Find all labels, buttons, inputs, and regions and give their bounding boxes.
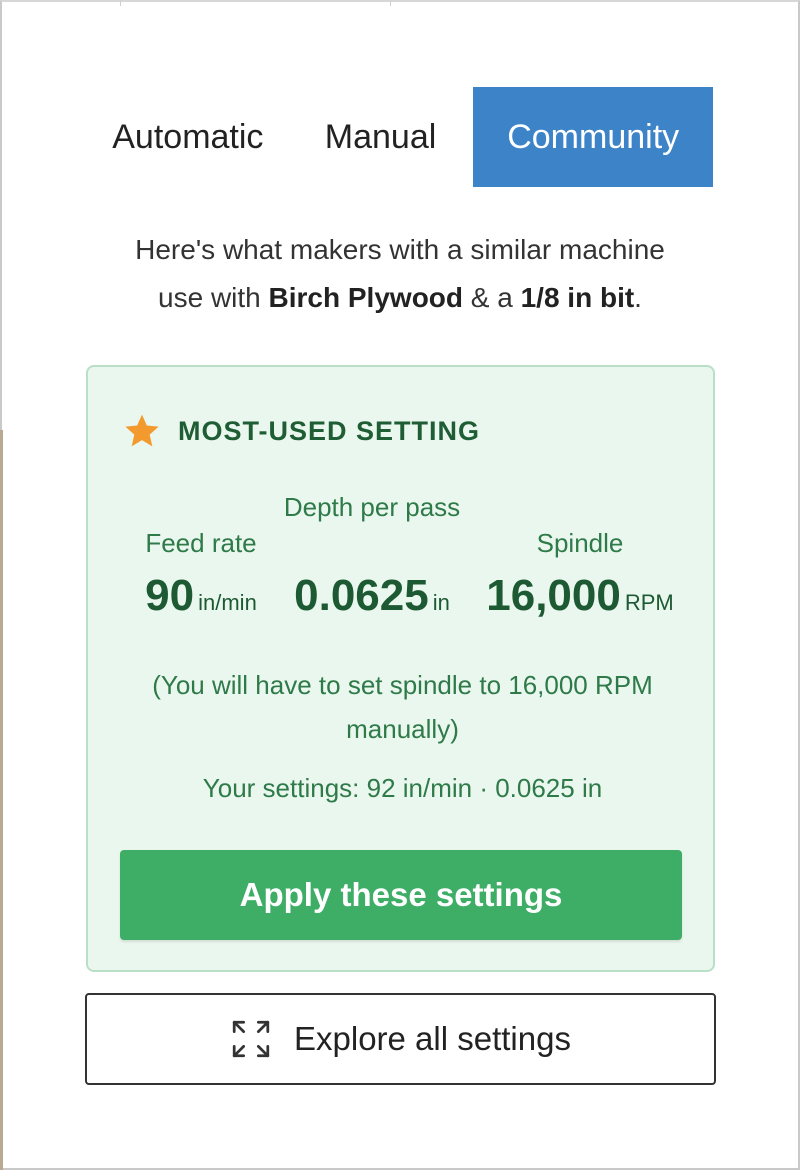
metric-value: 16,000 RPM (470, 571, 690, 621)
intro-suffix: . (634, 282, 642, 313)
metric-number: 16,000 (486, 571, 621, 620)
metric-value: 90 in/min (116, 571, 286, 621)
metric-label: Depth per pass (283, 492, 461, 522)
card-header: MOST-USED SETTING (122, 411, 480, 451)
intro-line-2: use with Birch Plywood & a 1/8 in bit. (60, 274, 740, 322)
material-name: Birch Plywood (268, 282, 463, 313)
metric-label: Feed rate (145, 528, 257, 558)
metric-unit: in/min (198, 590, 257, 615)
metric-value: 0.0625 in (272, 571, 472, 621)
your-settings-text: Your settings: 92 in/min · 0.0625 in (202, 773, 603, 803)
metric-label: Spindle (536, 528, 624, 558)
background-edge (390, 0, 391, 6)
mode-tabs: Automatic Manual Community (88, 87, 713, 187)
apply-settings-button[interactable]: Apply these settings (120, 850, 682, 940)
most-used-setting-card: MOST-USED SETTING Feed rate 90 in/min Dep… (86, 365, 715, 972)
spindle-note: (You will have to set spindle to 16,000 … (152, 670, 653, 744)
expand-icon (232, 1020, 270, 1058)
metric-number: 0.0625 (294, 571, 429, 620)
tab-automatic[interactable]: Automatic (88, 87, 288, 187)
metric-unit: RPM (624, 590, 674, 615)
tab-community[interactable]: Community (473, 87, 713, 187)
intro-text: Here's what makers with a similar machin… (60, 226, 740, 322)
background-edge (0, 430, 3, 1170)
background-edge (120, 0, 121, 6)
star-icon (125, 414, 159, 447)
settings-metrics: Feed rate 90 in/min Depth per pass 0.0625… (88, 479, 717, 629)
bit-size: 1/8 in bit (520, 282, 635, 313)
card-title: MOST-USED SETTING (178, 415, 481, 446)
metric-number: 90 (145, 571, 195, 620)
explore-all-settings-button[interactable]: Explore all settings (85, 993, 716, 1085)
tab-manual[interactable]: Manual (288, 87, 474, 187)
explore-label: Explore all settings (294, 1020, 571, 1057)
metric-unit: in (432, 590, 450, 615)
intro-line-1: Here's what makers with a similar machin… (135, 234, 665, 265)
intro-connector: & a (463, 282, 521, 313)
intro-prefix: use with (158, 282, 269, 313)
